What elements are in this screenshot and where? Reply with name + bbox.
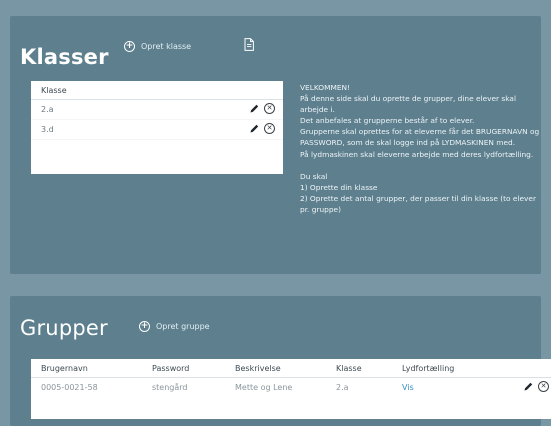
beskrivelse-cell: Mette og Lene <box>235 382 293 392</box>
pencil-icon[interactable] <box>523 381 534 392</box>
klasse-table-header: Klasse <box>31 81 283 100</box>
password-cell: stengård <box>152 382 188 392</box>
opret-klasse-button[interactable]: + Opret klasse <box>124 41 191 52</box>
column-header-lydfortaelling: Lydfortælling <box>402 363 455 373</box>
pencil-icon[interactable] <box>249 103 260 114</box>
column-header-brugernavn: Brugernavn <box>41 363 88 373</box>
welcome-heading: VELKOMMEN! <box>300 83 351 92</box>
opret-klasse-label: Opret klasse <box>141 42 192 51</box>
klasse-row[interactable]: 2.a ✕ <box>31 100 283 120</box>
klasse-column-header: Klasse <box>41 85 67 95</box>
welcome-step: 1) Oprette din klasse <box>300 182 378 192</box>
plus-circle-icon: + <box>139 321 150 332</box>
x-circle-icon[interactable]: ✕ <box>264 123 275 134</box>
welcome-line: På denne side skal du oprette de grupper… <box>300 94 517 115</box>
x-circle-icon[interactable]: ✕ <box>264 103 275 114</box>
gruppe-table-header: Brugernavn Password Beskrivelse Klasse L… <box>31 359 551 378</box>
opret-gruppe-label: Opret gruppe <box>156 322 210 331</box>
klasser-title: Klasser <box>20 45 109 69</box>
document-icon[interactable] <box>244 38 254 51</box>
klasse-name: 3.d <box>41 125 54 134</box>
grupper-panel: Grupper + Opret gruppe Brugernavn Passwo… <box>10 296 551 426</box>
klasse-row[interactable]: 3.d ✕ <box>31 120 283 140</box>
gruppe-row[interactable]: 0005-0021-58 stengård Mette og Lene 2.a … <box>31 378 551 396</box>
grupper-title: Grupper <box>20 316 108 340</box>
welcome-line: På lydmaskinen skal eleverne arbejde med… <box>300 149 534 159</box>
vis-link[interactable]: Vis <box>402 383 414 392</box>
column-header-password: Password <box>152 363 190 373</box>
welcome-step: 2) Oprette det antal grupper, der passer… <box>300 193 536 215</box>
welcome-line: Du skal <box>300 171 328 181</box>
welcome-line: Det anbefales at grupperne består af to … <box>300 116 475 126</box>
opret-gruppe-button[interactable]: + Opret gruppe <box>139 321 210 332</box>
welcome-spacer <box>300 160 540 171</box>
x-circle-icon[interactable]: ✕ <box>538 381 549 392</box>
plus-circle-icon: + <box>124 41 135 52</box>
brugernavn-cell: 0005-0021-58 <box>41 382 98 392</box>
welcome-text: VELKOMMEN! På denne side skal du oprette… <box>300 82 540 215</box>
klasse-name: 2.a <box>41 105 54 114</box>
klasser-panel: Klasser + Opret klasse Klasse 2.a ✕ 3.d <box>10 16 541 274</box>
gruppe-table: Brugernavn Password Beskrivelse Klasse L… <box>31 359 551 419</box>
welcome-line: Grupperne skal oprettes for at eleverne … <box>300 127 540 148</box>
column-header-beskrivelse: Beskrivelse <box>235 363 281 373</box>
klasse-cell: 2.a <box>336 382 349 392</box>
klasse-table: Klasse 2.a ✕ 3.d ✕ <box>31 81 283 174</box>
column-header-klasse: Klasse <box>336 363 362 373</box>
pencil-icon[interactable] <box>249 123 260 134</box>
